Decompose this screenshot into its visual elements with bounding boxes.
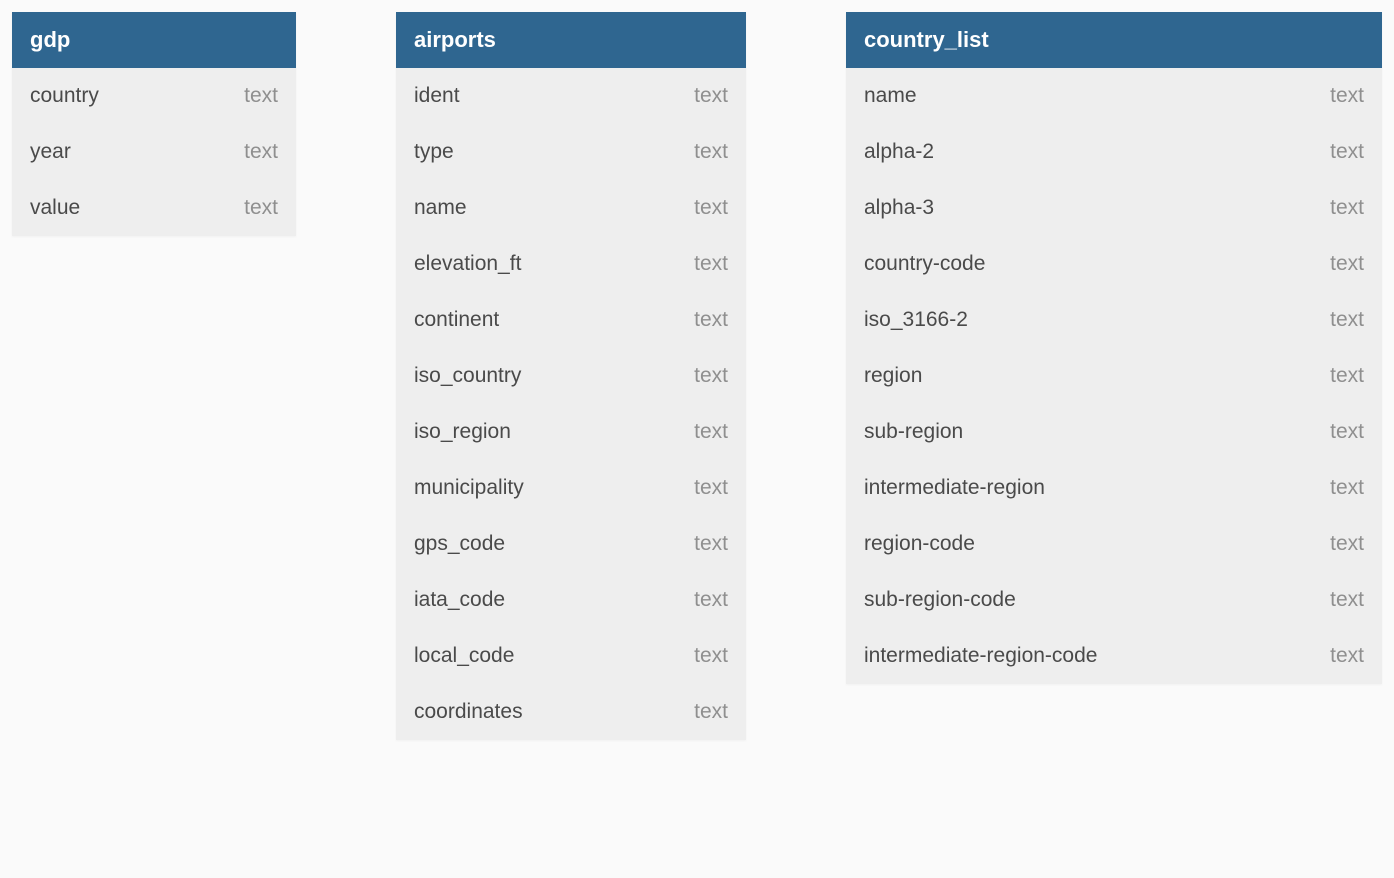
- column-name: elevation_ft: [414, 252, 521, 276]
- column-type: text: [694, 308, 728, 332]
- column-type: text: [1330, 308, 1364, 332]
- column-type: text: [1330, 532, 1364, 556]
- column-type: text: [1330, 84, 1364, 108]
- table-header: gdp: [12, 12, 296, 68]
- column-name: sub-region: [864, 420, 963, 444]
- column-row: iso_country text: [396, 348, 746, 404]
- column-name: coordinates: [414, 700, 523, 724]
- column-type: text: [694, 644, 728, 668]
- column-row: gps_code text: [396, 516, 746, 572]
- table-card-country-list: country_list name text alpha-2 text alph…: [846, 12, 1382, 684]
- column-name: country: [30, 84, 99, 108]
- column-type: text: [694, 252, 728, 276]
- column-type: text: [1330, 644, 1364, 668]
- column-name: name: [414, 196, 467, 220]
- table-header: airports: [396, 12, 746, 68]
- column-row: municipality text: [396, 460, 746, 516]
- column-type: text: [1330, 420, 1364, 444]
- column-row: coordinates text: [396, 684, 746, 740]
- column-type: text: [1330, 252, 1364, 276]
- column-row: intermediate-region-code text: [846, 628, 1382, 684]
- column-type: text: [694, 420, 728, 444]
- column-row: type text: [396, 124, 746, 180]
- column-type: text: [694, 84, 728, 108]
- column-name: name: [864, 84, 917, 108]
- column-row: country-code text: [846, 236, 1382, 292]
- column-row: sub-region text: [846, 404, 1382, 460]
- column-name: intermediate-region: [864, 476, 1045, 500]
- column-name: year: [30, 140, 71, 164]
- column-row: alpha-2 text: [846, 124, 1382, 180]
- table-header: country_list: [846, 12, 1382, 68]
- column-name: continent: [414, 308, 499, 332]
- column-row: region text: [846, 348, 1382, 404]
- column-name: sub-region-code: [864, 588, 1016, 612]
- column-name: value: [30, 196, 80, 220]
- column-type: text: [244, 196, 278, 220]
- column-row: iso_3166-2 text: [846, 292, 1382, 348]
- column-type: text: [1330, 476, 1364, 500]
- column-row: ident text: [396, 68, 746, 124]
- column-name: gps_code: [414, 532, 505, 556]
- column-row: continent text: [396, 292, 746, 348]
- column-row: year text: [12, 124, 296, 180]
- column-name: country-code: [864, 252, 985, 276]
- column-row: alpha-3 text: [846, 180, 1382, 236]
- column-name: ident: [414, 84, 460, 108]
- column-name: type: [414, 140, 454, 164]
- column-row: iso_region text: [396, 404, 746, 460]
- column-name: region-code: [864, 532, 975, 556]
- column-type: text: [1330, 140, 1364, 164]
- column-type: text: [1330, 364, 1364, 388]
- column-row: country text: [12, 68, 296, 124]
- column-type: text: [244, 140, 278, 164]
- column-type: text: [244, 84, 278, 108]
- column-type: text: [694, 476, 728, 500]
- column-name: iso_region: [414, 420, 511, 444]
- column-name: municipality: [414, 476, 524, 500]
- column-type: text: [1330, 588, 1364, 612]
- column-type: text: [1330, 196, 1364, 220]
- column-type: text: [694, 532, 728, 556]
- column-name: local_code: [414, 644, 514, 668]
- table-card-airports: airports ident text type text name text …: [396, 12, 746, 740]
- column-type: text: [694, 700, 728, 724]
- column-row: intermediate-region text: [846, 460, 1382, 516]
- column-name: iso_country: [414, 364, 521, 388]
- column-name: intermediate-region-code: [864, 644, 1097, 668]
- schema-canvas: gdp country text year text value text ai…: [12, 12, 1382, 740]
- column-row: elevation_ft text: [396, 236, 746, 292]
- column-name: region: [864, 364, 922, 388]
- column-row: name text: [396, 180, 746, 236]
- column-row: region-code text: [846, 516, 1382, 572]
- column-name: iso_3166-2: [864, 308, 968, 332]
- column-type: text: [694, 588, 728, 612]
- column-row: value text: [12, 180, 296, 236]
- column-name: alpha-2: [864, 140, 934, 164]
- column-type: text: [694, 140, 728, 164]
- column-name: iata_code: [414, 588, 505, 612]
- column-row: sub-region-code text: [846, 572, 1382, 628]
- column-type: text: [694, 364, 728, 388]
- column-name: alpha-3: [864, 196, 934, 220]
- column-row: iata_code text: [396, 572, 746, 628]
- column-row: local_code text: [396, 628, 746, 684]
- column-type: text: [694, 196, 728, 220]
- column-row: name text: [846, 68, 1382, 124]
- table-card-gdp: gdp country text year text value text: [12, 12, 296, 236]
